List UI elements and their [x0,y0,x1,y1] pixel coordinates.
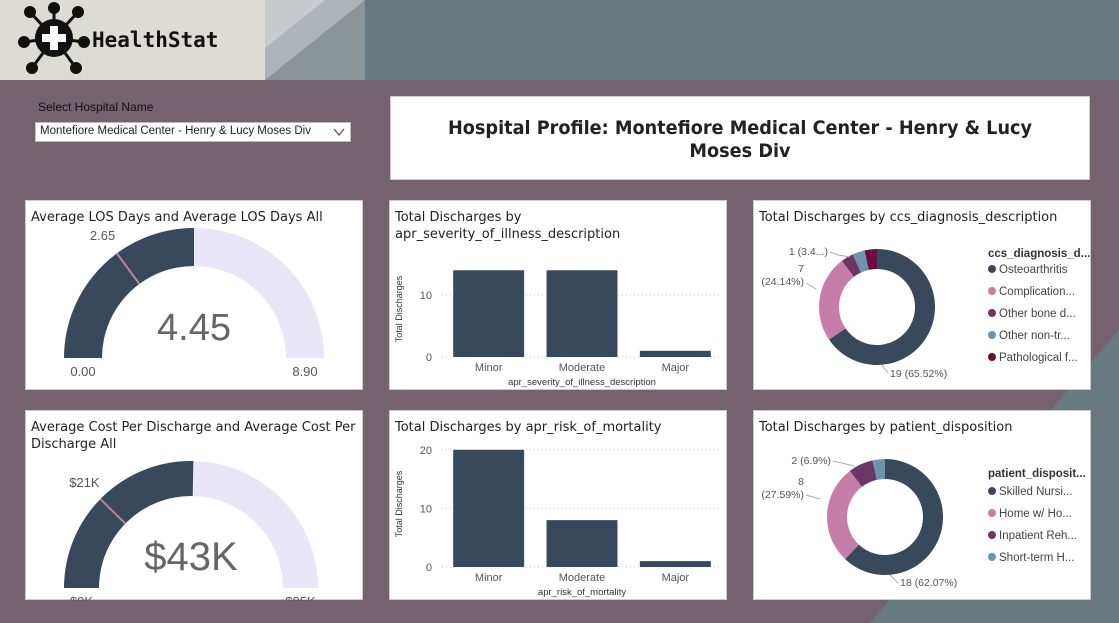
donut-leader-line [881,364,889,374]
legend-item[interactable]: Other bone d... [988,308,1076,320]
x-axis-title: apr_severity_of_illness_description [508,377,656,388]
legend-item[interactable]: Pathological f... [988,352,1078,364]
legend-label: Other non-tr... [999,330,1070,342]
legend-label: Short-term H... [999,552,1075,564]
x-tick-label: Major [662,362,690,374]
x-tick-label: Moderate [559,572,605,584]
bar [546,270,618,357]
mortality-bar-card[interactable]: Total Discharges by apr_risk_of_mortalit… [389,410,727,600]
donut-data-label: 19 (65.52%) [890,368,947,380]
legend-item[interactable]: Skilled Nursi... [988,486,1073,498]
legend-marker [988,265,996,273]
legend-label: Other bone d... [999,308,1076,320]
mortality-bar-chart: 0 10 20 Minor Moderate Major apr_risk_of_morta… [394,445,722,598]
y-axis-title: Total Discharges [394,275,404,342]
los-gauge-chart: 2.65 4.45 0.00 8.90 [64,228,324,379]
donut-slice [819,260,855,340]
legend-label: Osteoarthritis [999,264,1068,276]
legend-marker [988,531,996,539]
gauge-max-label: 8.90 [292,364,317,379]
gauge-value-label: $43K [144,535,238,579]
donut-leader-line [805,282,817,290]
bar [639,561,711,567]
y-tick-label: 10 [420,503,432,515]
logo-area: HealthStat [0,0,365,80]
gauge-target-label: $21K [69,475,100,490]
x-tick-label: Major [662,572,690,584]
legend-marker [988,487,996,495]
x-tick-label: Minor [475,362,503,374]
y-tick-label: 0 [426,352,432,364]
legend-label: Pathological f... [999,352,1078,364]
legend-item[interactable]: Home w/ Ho... [988,508,1072,520]
y-tick-label: 10 [420,290,432,302]
severity-bar-chart: 0 10 Minor Moderate Major apr_severity_of_ill… [394,270,722,388]
chevron-down-icon [333,128,345,137]
legend-label: Skilled Nursi... [999,486,1073,498]
donut-data-label: (27.59%) [761,489,804,501]
y-tick-label: 20 [420,445,432,457]
gauge-target-label: 2.65 [90,228,115,243]
donut-leader-line [805,494,821,500]
legend-title: patient_disposit... [988,468,1086,480]
legend-label: Complication... [999,286,1076,298]
hospital-select-value: Montefiore Medical Center - Henry & Lucy… [40,125,311,137]
bar [639,350,711,357]
cost-gauge-card[interactable]: Average Cost Per Discharge and Average C… [25,410,363,601]
x-tick-label: Minor [475,572,503,584]
legend-label: Inpatient Reh... [999,530,1077,542]
donut-data-label: 8 [798,476,804,488]
x-tick-label: Moderate [559,362,605,374]
legend-marker [988,309,996,317]
cost-gauge-chart: $21K $43K $0K $85K [64,460,318,601]
donut-slice [827,470,863,560]
diagnosis-donut-card[interactable]: Total Discharges by ccs_diagnosis_descri… [753,200,1091,390]
legend-marker [988,509,996,517]
legend-label: Home w/ Ho... [999,508,1072,520]
legend-item[interactable]: Inpatient Reh... [988,530,1077,542]
donut-data-label: 1 (3.4...) [789,246,828,258]
hospital-filter-label: Select Hospital Name [38,100,154,114]
healthstat-logo-icon [18,2,90,74]
app-name: HealthStat [92,28,219,52]
gauge-max-label: $85K [285,594,316,601]
donut-leader-line [829,251,851,258]
page-title: Hospital Profile: Montefiore Medical Cen… [447,117,1033,162]
x-axis-title: apr_risk_of_mortality [538,587,626,598]
legend-item[interactable]: Complication... [988,286,1075,298]
bar [453,449,525,567]
legend-item[interactable]: Other non-tr... [988,330,1070,342]
bar [453,270,525,357]
disposition-donut-chart: 18 (62.07%) 8(27.59%) 2 (6.9%) [761,455,957,589]
legend-marker [988,331,996,339]
disposition-donut-card[interactable]: Total Discharges by patient_disposition … [753,410,1091,600]
gauge-value-label: 4.45 [157,307,231,349]
donut-leader-line [832,460,855,467]
severity-bar-card[interactable]: Total Discharges by apr_severity_of_illn… [389,200,727,390]
los-gauge-card[interactable]: Average LOS Days and Average LOS Days Al… [25,200,363,390]
hospital-select[interactable]: Montefiore Medical Center - Henry & Lucy… [35,122,351,142]
legend-marker [988,553,996,561]
donut-data-label: 2 (6.9%) [791,455,831,467]
legend-marker [988,353,996,361]
legend-title: ccs_diagnosis_d... [988,248,1091,260]
donut-data-label: 7 [798,263,804,275]
gauge-min-label: $0K [70,594,93,601]
bar [546,520,618,567]
legend-item[interactable]: Osteoarthritis [988,264,1067,276]
donut-data-label: 18 (62.07%) [900,577,957,589]
y-tick-label: 0 [426,562,432,574]
y-axis-title: Total Discharges [394,470,404,537]
legend-marker [988,287,996,295]
legend-item[interactable]: Short-term H... [988,552,1074,564]
page-title-card: Hospital Profile: Montefiore Medical Cen… [390,96,1090,180]
donut-data-label: (24.14%) [761,276,804,288]
donut-leader-line [889,574,899,584]
gauge-min-label: 0.00 [70,364,95,379]
